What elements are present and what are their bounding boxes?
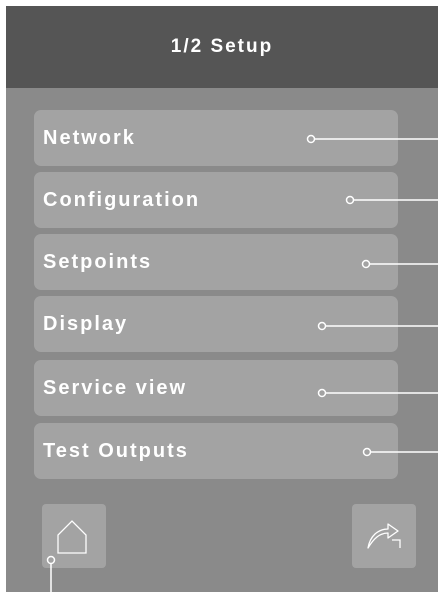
page-title: 1/2 Setup — [170, 36, 274, 57]
menu-item-label: Display — [43, 312, 129, 335]
menu-item-label: Service view — [43, 376, 188, 399]
menu-item-service-view[interactable]: Service view — [34, 360, 398, 416]
home-icon — [54, 516, 94, 556]
menu-item-label: Network — [43, 126, 136, 149]
menu-item-network[interactable]: Network — [34, 110, 398, 166]
home-button[interactable] — [42, 504, 106, 568]
menu-item-test-outputs[interactable]: Test Outputs — [34, 423, 398, 479]
next-page-button[interactable] — [352, 504, 416, 568]
menu-item-display[interactable]: Display — [34, 296, 398, 352]
title-bar: 1/2 Setup — [6, 6, 438, 88]
next-page-arrow-icon — [362, 518, 406, 554]
menu-item-setpoints[interactable]: Setpoints — [34, 234, 398, 290]
menu-item-configuration[interactable]: Configuration — [34, 172, 398, 228]
menu-item-label: Configuration — [43, 188, 201, 211]
menu-item-label: Test Outputs — [43, 439, 189, 462]
menu-item-label: Setpoints — [43, 250, 153, 273]
